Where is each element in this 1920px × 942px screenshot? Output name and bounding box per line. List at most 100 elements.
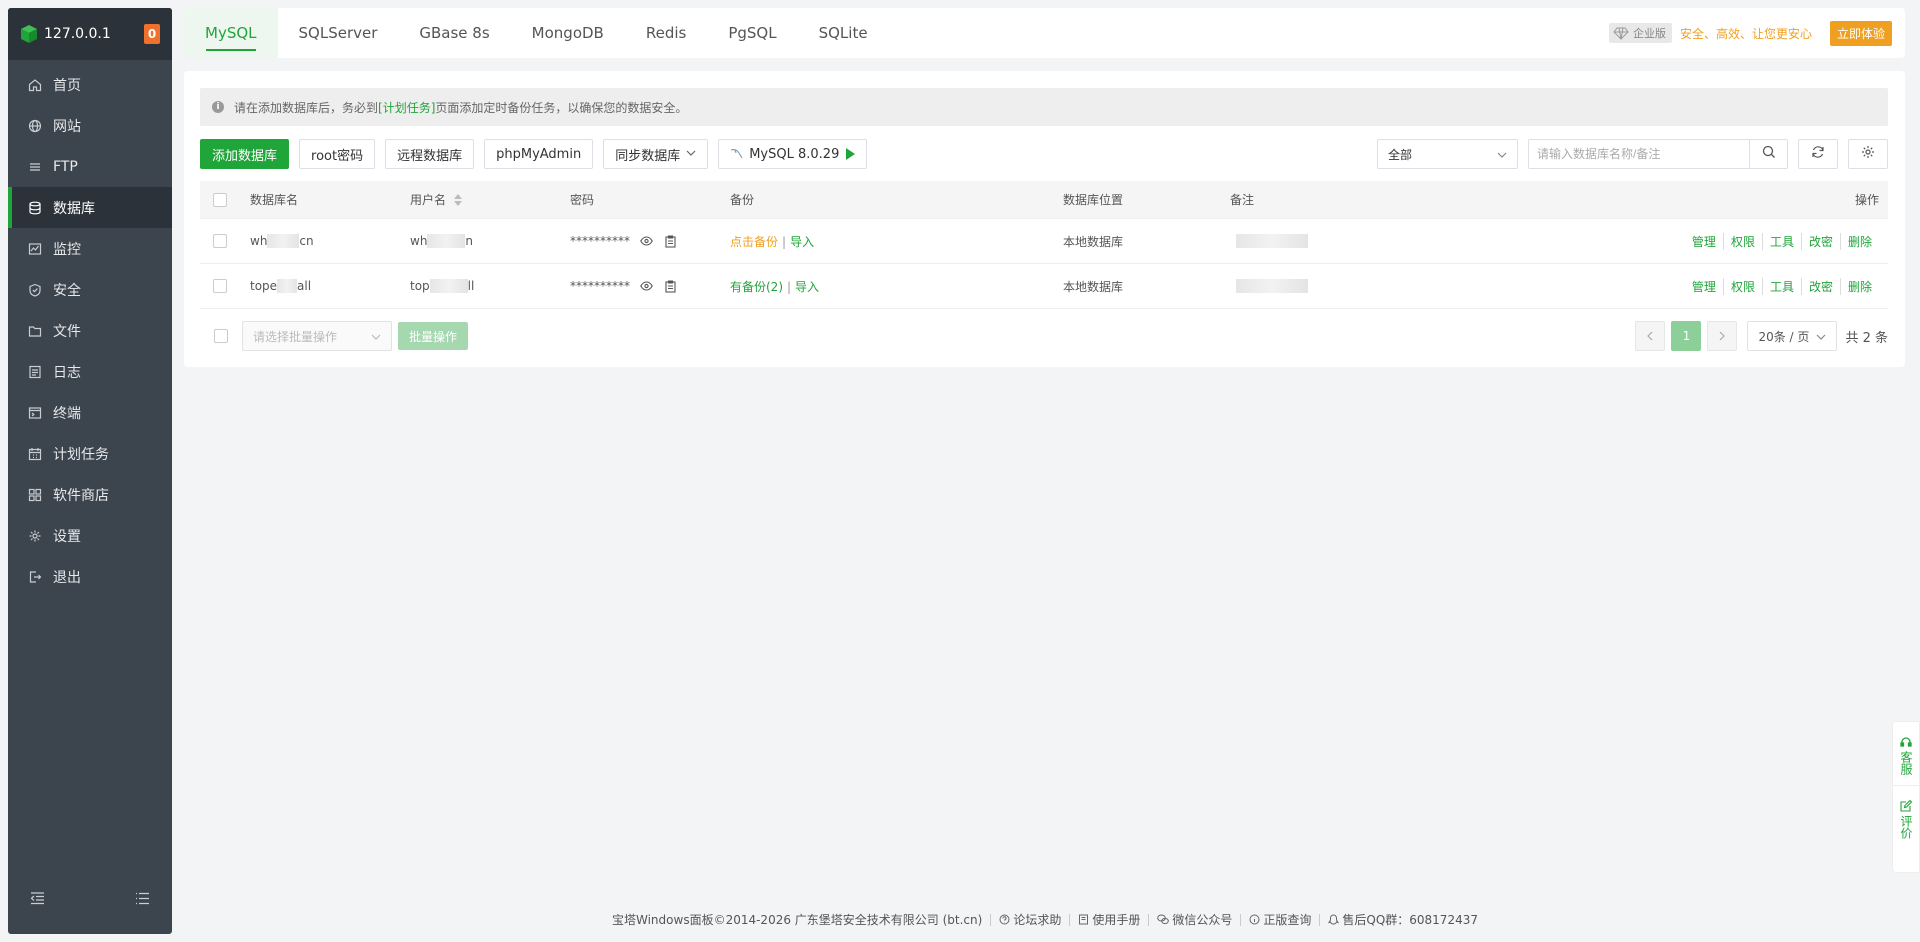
notification-badge[interactable]: 0 (144, 24, 160, 44)
delete-link[interactable]: 删除 (1839, 232, 1879, 250)
col-db-name: 数据库名 (250, 193, 299, 207)
next-page-button[interactable] (1707, 321, 1738, 351)
sidebar-item-files[interactable]: 文件 (8, 310, 172, 351)
add-database-button[interactable]: 添加数据库 (200, 139, 290, 169)
sidebar-item-home[interactable]: 首页 (8, 64, 172, 105)
manage-link[interactable]: 管理 (1685, 233, 1723, 250)
phpmyadmin-button[interactable]: phpMyAdmin (484, 139, 594, 169)
db-note[interactable] (1230, 234, 1530, 249)
import-link[interactable]: 导入 (795, 280, 819, 294)
sidebar-item-logout[interactable]: 退出 (8, 556, 172, 597)
sidebar-item-monitor[interactable]: 监控 (8, 228, 172, 269)
bulk-select-checkbox[interactable] (214, 329, 228, 343)
mysql-version-button[interactable]: MySQL 8.0.29 (718, 139, 868, 169)
tools-link[interactable]: 工具 (1761, 277, 1801, 295)
bulk-action-button[interactable]: 批量操作 (398, 322, 469, 350)
sidebar-item-store[interactable]: 软件商店 (8, 474, 172, 515)
db-password: ********** (570, 279, 730, 293)
select-all-checkbox[interactable] (213, 192, 227, 207)
sidebar-item-logs[interactable]: 日志 (8, 351, 172, 392)
search-button[interactable] (1749, 140, 1787, 168)
sync-database-dropdown[interactable]: 同步数据库 (603, 139, 709, 169)
remote-database-button[interactable]: 远程数据库 (385, 139, 475, 169)
sidebar-item-ftp[interactable]: FTP (8, 146, 172, 187)
sidebar-item-terminal[interactable]: 终端 (8, 392, 172, 433)
backup-now-link[interactable]: 点击备份 (730, 235, 778, 249)
bulk-action-select[interactable]: 请选择批量操作 (242, 321, 392, 351)
sidebar-item-security[interactable]: 安全 (8, 269, 172, 310)
tab-mongodb[interactable]: MongoDB (511, 8, 625, 58)
info-icon: i (212, 101, 224, 113)
wechat-icon (1157, 914, 1170, 925)
manage-link[interactable]: 管理 (1685, 278, 1723, 295)
change-password-link[interactable]: 改密 (1800, 277, 1840, 295)
eye-icon[interactable] (640, 281, 653, 291)
gear-icon (28, 529, 42, 543)
menu-list-icon[interactable] (135, 892, 150, 909)
qq-group-link[interactable]: 售后QQ群：608172437 (1328, 911, 1478, 928)
review-button[interactable]: 评价 (1893, 785, 1919, 849)
total-count: 共 2 条 (1845, 330, 1888, 346)
prev-page-button[interactable] (1635, 321, 1666, 351)
collapse-sidebar-icon[interactable] (30, 891, 45, 909)
apps-icon (28, 488, 42, 502)
col-username[interactable]: 用户名 (410, 191, 570, 208)
tab-gbase[interactable]: GBase 8s (398, 8, 510, 58)
book-icon (1078, 914, 1089, 925)
sidebar-item-label: FTP (53, 158, 78, 175)
pagination: 1 20条 / 页 共 2 条 (1629, 321, 1888, 351)
permission-link[interactable]: 权限 (1722, 232, 1762, 250)
search-icon (1762, 145, 1776, 163)
manual-link[interactable]: 使用手册 (1078, 911, 1140, 928)
db-note[interactable] (1230, 279, 1530, 294)
customer-service-button[interactable]: 客服 (1893, 722, 1919, 785)
delete-link[interactable]: 删除 (1839, 277, 1879, 295)
root-password-button[interactable]: root密码 (299, 139, 376, 169)
sidebar-item-label: 监控 (53, 241, 81, 258)
promo-slogan: 安全、高效、让您更安心 (1679, 26, 1812, 41)
copy-icon[interactable] (665, 234, 676, 248)
edit-icon (1900, 800, 1912, 812)
tab-mysql[interactable]: MySQL (184, 8, 278, 58)
page-number[interactable]: 1 (1671, 321, 1702, 351)
cron-task-link[interactable]: [计划任务] (378, 99, 435, 116)
db-name[interactable]: tope all (250, 279, 410, 294)
backup-list-link[interactable]: 有备份(2) (730, 280, 783, 294)
db-username: top ll (410, 279, 475, 293)
copy-icon[interactable] (665, 279, 676, 293)
wechat-link[interactable]: 微信公众号 (1157, 911, 1232, 928)
category-filter-select[interactable]: 全部 (1377, 139, 1518, 169)
forum-link[interactable]: 论坛求助 (999, 911, 1061, 928)
sidebar-item-label: 文件 (53, 323, 81, 340)
sidebar-item-cron[interactable]: 计划任务 (8, 433, 172, 474)
tab-sqlite[interactable]: SQLite (798, 8, 889, 58)
eye-icon[interactable] (640, 236, 653, 246)
qq-icon (1328, 914, 1340, 925)
search-input[interactable] (1529, 140, 1749, 168)
sidebar-item-settings[interactable]: 设置 (8, 515, 172, 556)
import-link[interactable]: 导入 (790, 235, 814, 249)
chevron-down-icon (371, 329, 381, 343)
tab-sqlserver[interactable]: SQLServer (278, 8, 399, 58)
settings-button[interactable] (1848, 139, 1888, 169)
sidebar-menu: 首页 网站 FTP 数据库 监控 安全 文件 日志 终端 计划任务 软件商店 设… (8, 60, 172, 597)
tab-pgsql[interactable]: PgSQL (707, 8, 797, 58)
sort-icon (454, 193, 463, 206)
sidebar-item-website[interactable]: 网站 (8, 105, 172, 146)
permission-link[interactable]: 权限 (1722, 277, 1762, 295)
try-now-button[interactable]: 立即体验 (1829, 20, 1892, 46)
page-size-select[interactable]: 20条 / 页 (1747, 321, 1838, 351)
db-location: 本地数据库 (1063, 279, 1124, 294)
refresh-button[interactable] (1798, 139, 1838, 169)
play-icon (846, 148, 856, 160)
tools-link[interactable]: 工具 (1761, 232, 1801, 250)
sidebar-item-label: 退出 (53, 569, 81, 586)
row-checkbox[interactable] (213, 279, 227, 293)
sidebar-item-database[interactable]: 数据库 (8, 187, 172, 228)
db-name[interactable]: wh cn (250, 234, 410, 249)
license-link[interactable]: 正版查询 (1249, 911, 1311, 928)
db-location: 本地数据库 (1063, 234, 1124, 249)
tab-redis[interactable]: Redis (625, 8, 707, 58)
change-password-link[interactable]: 改密 (1800, 232, 1840, 250)
row-checkbox[interactable] (213, 234, 227, 248)
